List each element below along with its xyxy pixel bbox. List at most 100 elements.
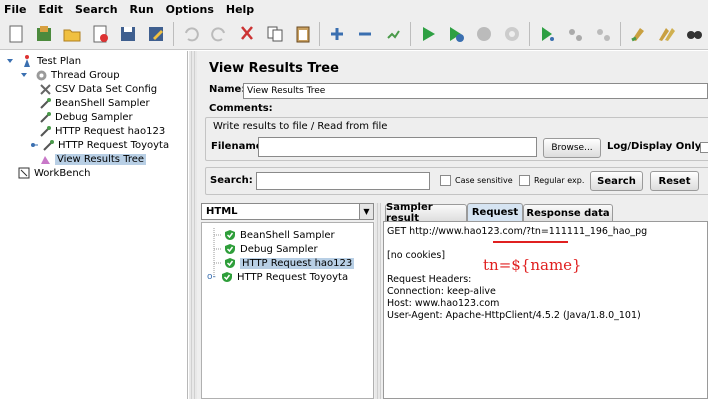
tree-label: View Results Tree <box>55 153 147 165</box>
tree-node-beanshell-sampler[interactable]: BeanShell Sampler <box>38 96 150 110</box>
log-display-only-checkbox[interactable] <box>700 142 708 153</box>
success-icon <box>225 230 235 240</box>
menu-search[interactable]: Search <box>75 3 118 16</box>
filename-field[interactable] <box>258 137 537 157</box>
result-item-debug-sampler[interactable]: Debug Sampler <box>224 242 318 256</box>
remote-shutdown-icon[interactable] <box>591 22 615 46</box>
reset-button[interactable]: Reset <box>650 171 699 191</box>
tree-label-test-plan: Test Plan <box>37 55 82 67</box>
pipette-icon <box>38 96 52 110</box>
tab-request[interactable]: Request <box>467 203 523 221</box>
workbench-icon <box>17 166 31 180</box>
paste-icon[interactable] <box>291 22 315 46</box>
success-icon <box>222 272 232 282</box>
result-label: Debug Sampler <box>240 243 318 255</box>
remote-stop-icon[interactable] <box>563 22 587 46</box>
vertical-splitter[interactable] <box>189 51 197 399</box>
listener-icon <box>38 152 52 166</box>
bottom-area <box>0 399 708 414</box>
clear-icon[interactable] <box>626 22 650 46</box>
clear-all-icon[interactable] <box>654 22 678 46</box>
save-as-icon[interactable] <box>144 22 168 46</box>
start-no-timers-icon[interactable] <box>444 22 468 46</box>
comments-label: Comments: <box>209 103 273 114</box>
search-icon[interactable] <box>682 22 706 46</box>
browse-button[interactable]: Browse... <box>543 138 601 158</box>
search-input[interactable] <box>256 172 430 190</box>
sample-result-list: BeanShell Sampler Debug Sampler HTTP Req… <box>201 222 374 399</box>
result-item-http-request-hao123[interactable]: HTTP Request hao123 <box>224 256 355 270</box>
collapse-handle-icon[interactable] <box>30 138 38 152</box>
tree-label: CSV Data Set Config <box>55 83 158 95</box>
expand-handle-icon[interactable] <box>3 54 17 68</box>
pipette-icon <box>41 138 55 152</box>
undo-icon[interactable] <box>179 22 203 46</box>
tree-node-http-request-hao123[interactable]: HTTP Request hao123 <box>38 124 165 138</box>
menu-edit[interactable]: Edit <box>39 3 63 16</box>
menu-help[interactable]: Help <box>226 3 254 16</box>
renderer-select[interactable]: HTML ▼ <box>201 203 374 220</box>
page-title: View Results Tree <box>209 61 339 76</box>
gear-icon <box>34 68 48 82</box>
tree-node-view-results-tree[interactable]: View Results Tree <box>38 152 147 166</box>
wrench-icon <box>38 82 52 96</box>
tab-sampler-result[interactable]: Sampler result <box>385 202 467 224</box>
request-line: GET http://www.hao123.com/?tn=111111_196… <box>387 226 704 238</box>
header-line: Host: www.hao123.com <box>387 298 500 309</box>
tree-node-http-request-toyoyta[interactable]: HTTP Request Toyoyta <box>30 138 169 152</box>
results-splitter[interactable] <box>375 203 381 399</box>
name-field[interactable] <box>243 83 708 99</box>
chevron-down-icon[interactable]: ▼ <box>359 204 373 219</box>
toolbar-separator <box>319 21 321 46</box>
toolbar-separator <box>410 21 412 46</box>
open-icon[interactable] <box>60 22 84 46</box>
shutdown-icon[interactable] <box>500 22 524 46</box>
headers-title: Request Headers: <box>387 274 472 285</box>
new-icon[interactable] <box>4 22 28 46</box>
name-label: Name: <box>209 84 246 95</box>
request-content: GET http://www.hao123.com/?tn=111111_196… <box>383 221 708 399</box>
case-sensitive-checkbox[interactable] <box>440 175 451 186</box>
regular-exp-checkbox[interactable] <box>519 175 530 186</box>
menu-run[interactable]: Run <box>130 3 154 16</box>
redo-icon[interactable] <box>207 22 231 46</box>
remote-start-icon[interactable] <box>535 22 559 46</box>
success-icon <box>225 244 235 254</box>
tree-node-csv-data-set-config[interactable]: CSV Data Set Config <box>38 82 157 96</box>
success-icon <box>225 258 235 268</box>
templates-icon[interactable] <box>32 22 56 46</box>
header-line: Connection: keep-alive <box>387 286 496 297</box>
annotation-underline <box>493 241 568 243</box>
toolbar-separator <box>620 21 622 46</box>
tree-node-test-plan[interactable]: Test Plan <box>3 54 81 68</box>
collapse-icon[interactable] <box>353 22 377 46</box>
toggle-icon[interactable] <box>381 22 405 46</box>
tree-label-workbench: WorkBench <box>34 167 91 179</box>
tree-node-debug-sampler[interactable]: Debug Sampler <box>38 110 133 124</box>
expand-icon[interactable] <box>325 22 349 46</box>
annotation-text: tn=${name} <box>483 256 582 274</box>
tree-node-thread-group[interactable]: Thread Group <box>17 68 120 82</box>
save-icon[interactable] <box>116 22 140 46</box>
tree-label: BeanShell Sampler <box>55 97 150 109</box>
search-button[interactable]: Search <box>590 171 643 191</box>
tab-response-data[interactable]: Response data <box>523 204 613 221</box>
start-icon[interactable] <box>416 22 440 46</box>
result-label: HTTP Request Toyoyta <box>237 271 349 283</box>
copy-icon[interactable] <box>263 22 287 46</box>
tree-node-workbench[interactable]: WorkBench <box>17 166 91 180</box>
menu-file[interactable]: File <box>4 3 27 16</box>
result-item-http-request-toyoyta[interactable]: o- HTTP Request Toyoyta <box>207 270 348 284</box>
close-icon[interactable] <box>88 22 112 46</box>
case-sensitive-label: Case sensitive <box>455 176 513 185</box>
expand-handle-icon[interactable]: o- <box>207 272 221 282</box>
test-plan-tree: Test Plan Thread Group CSV Data Set Conf… <box>0 51 188 399</box>
stop-icon[interactable] <box>472 22 496 46</box>
result-item-beanshell-sampler[interactable]: BeanShell Sampler <box>224 228 335 242</box>
result-label: HTTP Request hao123 <box>240 257 355 269</box>
menu-options[interactable]: Options <box>166 3 214 16</box>
expand-handle-icon[interactable] <box>17 68 31 82</box>
test-plan-icon <box>20 54 34 68</box>
write-results-title: Write results to file / Read from file <box>213 121 388 132</box>
cut-icon[interactable] <box>235 22 259 46</box>
